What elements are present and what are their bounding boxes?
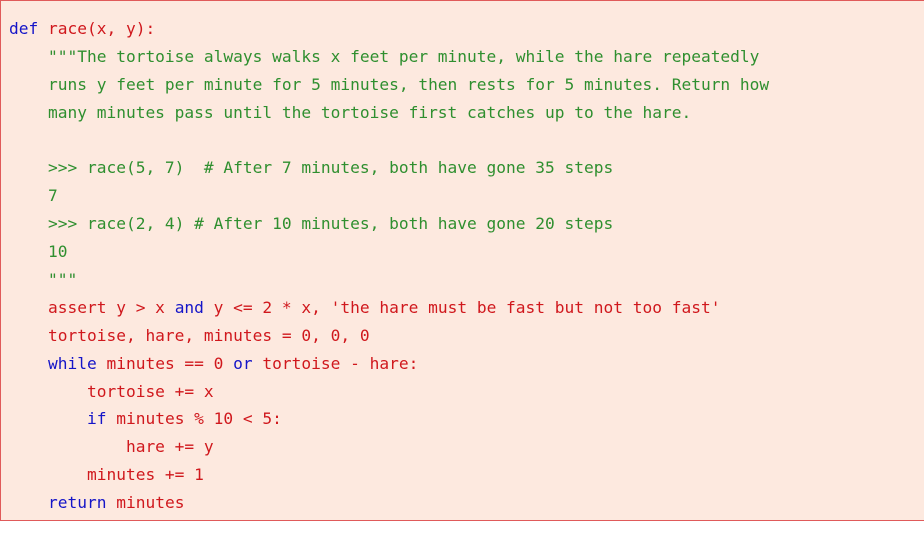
code-line: many minutes pass until the tortoise fir… [9, 99, 769, 127]
code-line: assert y > x and y <= 2 * x, 'the hare m… [9, 294, 769, 322]
code-line: """ [9, 266, 769, 294]
code-docstring: """ [9, 270, 78, 290]
code-token: tortoise, hare, minutes = 0, 0, 0 [9, 325, 370, 345]
code-docstring: many minutes pass until the tortoise fir… [9, 102, 692, 122]
code-line: >>> race(5, 7) # After 7 minutes, both h… [9, 154, 769, 182]
code-docstring: """The tortoise always walks x feet per … [9, 46, 760, 66]
code-docstring: runs y feet per minute for 5 minutes, th… [9, 74, 770, 94]
code-line: tortoise += x [9, 378, 769, 406]
code-line: def race(x, y): [9, 15, 769, 43]
code-keyword: def [9, 19, 39, 38]
code-token: minutes [106, 493, 185, 513]
code-keyword: and [174, 297, 204, 317]
code-keyword: return [9, 493, 107, 513]
code-docstring: 7 [9, 186, 58, 206]
code-token: race(x, y): [38, 19, 156, 38]
code-docstring: >>> race(2, 4) # After 10 minutes, both … [9, 214, 614, 234]
code-token: hare += y [9, 437, 214, 457]
code-token: minutes == 0 [96, 353, 234, 373]
code-token: tortoise - hare: [252, 353, 419, 373]
code-token: assert y > x [9, 297, 175, 317]
code-token: minutes % 10 < 5: [106, 409, 282, 429]
code-token: minutes += 1 [9, 465, 204, 485]
code-line: 10 [9, 238, 769, 266]
code-line: tortoise, hare, minutes = 0, 0, 0 [9, 322, 769, 350]
code-docstring: 10 [9, 242, 68, 262]
code-line: return minutes [9, 489, 769, 517]
code-lines: def race(x, y): """The tortoise always w… [9, 15, 769, 517]
code-keyword: if [9, 409, 107, 429]
code-keyword: or [233, 353, 253, 373]
code-line: minutes += 1 [9, 461, 769, 489]
code-token: y <= 2 * x, 'the hare must be fast but n… [203, 297, 721, 317]
code-line: runs y feet per minute for 5 minutes, th… [9, 71, 769, 99]
code-line: """The tortoise always walks x feet per … [9, 43, 769, 71]
code-token: tortoise += x [9, 381, 214, 401]
code-line: if minutes % 10 < 5: [9, 405, 769, 433]
code-line: 7 [9, 182, 769, 210]
code-block: def race(x, y): """The tortoise always w… [0, 0, 924, 521]
code-keyword: while [9, 353, 97, 373]
code-docstring: >>> race(5, 7) # After 7 minutes, both h… [9, 158, 614, 178]
code-line: hare += y [9, 433, 769, 461]
code-line: while minutes == 0 or tortoise - hare: [9, 350, 769, 378]
code-line: >>> race(2, 4) # After 10 minutes, both … [9, 210, 769, 238]
